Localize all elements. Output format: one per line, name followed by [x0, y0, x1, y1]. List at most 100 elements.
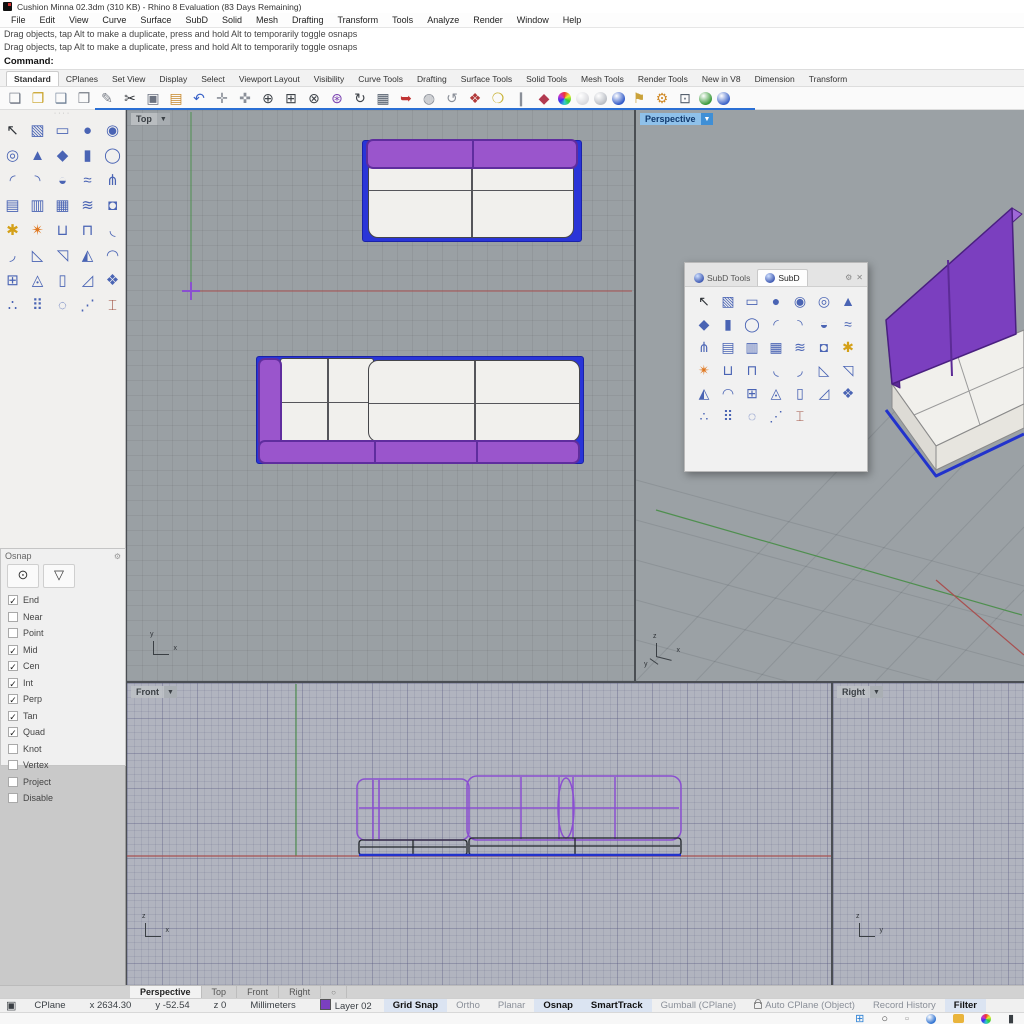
subd-cone-icon[interactable]: ▲: [836, 290, 860, 313]
subd-ellipsoid-icon[interactable]: ◎: [0, 143, 25, 168]
lock-object-icon[interactable]: ❙: [512, 89, 530, 107]
subd-blob-icon[interactable]: ◆: [692, 313, 716, 336]
checkbox[interactable]: [8, 612, 18, 622]
lightbulb-icon[interactable]: ❍: [489, 89, 507, 107]
layer-state-icon[interactable]: ◆: [535, 89, 553, 107]
subd-panel-icon[interactable]: ◹: [50, 243, 75, 268]
menu-item-help[interactable]: Help: [556, 15, 589, 25]
subd-slab-icon[interactable]: ▭: [50, 118, 75, 143]
gear-icon[interactable]: ⚙: [845, 273, 852, 282]
subd-table-icon[interactable]: ⊞: [740, 382, 764, 405]
menu-item-render[interactable]: Render: [466, 15, 510, 25]
sofa-top-right-cushion[interactable]: [368, 360, 580, 442]
chevron-down-icon[interactable]: ▼: [870, 686, 883, 698]
color-wheel-icon[interactable]: [558, 92, 571, 105]
subd-sphere-icon[interactable]: ●: [75, 118, 100, 143]
tab-subd[interactable]: SubD: [757, 269, 807, 286]
checkbox[interactable]: ✓: [8, 645, 18, 655]
subd-box-icon[interactable]: ▧: [25, 118, 50, 143]
checkbox[interactable]: ✓: [8, 711, 18, 721]
viewport-layout-icon[interactable]: ▦: [374, 89, 392, 107]
subd-curve1-icon[interactable]: ◜: [0, 168, 25, 193]
subd-layers-icon[interactable]: ▥: [25, 193, 50, 218]
subd-zigzag-icon[interactable]: ≈: [75, 168, 100, 193]
status-toggle-ortho[interactable]: Ortho: [447, 999, 489, 1013]
subd-floating-panel[interactable]: SubD Tools SubD ⚙ ✕ ↖▧▭●◉◎▲◆▮◯◜◝◒≈⋔▤▥▦≋◘…: [684, 262, 868, 472]
new-viewport-tab-button[interactable]: ○: [321, 986, 347, 998]
osnap-option-knot[interactable]: Knot: [1, 741, 125, 758]
checkbox[interactable]: [8, 777, 18, 787]
menu-item-view[interactable]: View: [62, 15, 95, 25]
subd-cluster-icon[interactable]: ∴: [692, 405, 716, 428]
subd-waves-icon[interactable]: ≋: [75, 193, 100, 218]
checkbox[interactable]: ✓: [8, 694, 18, 704]
subd-lamp-icon[interactable]: ◒: [50, 168, 75, 193]
subd-torus-icon[interactable]: ◯: [740, 313, 764, 336]
subd-multipatch-icon[interactable]: ✴: [25, 218, 50, 243]
help-icon[interactable]: [717, 92, 730, 105]
subd-curve1-icon[interactable]: ◜: [764, 313, 788, 336]
subd-slab-icon[interactable]: ▭: [740, 290, 764, 313]
zoom-window-icon[interactable]: ⊞: [282, 89, 300, 107]
subd-cushion-lid-icon[interactable]: ⊓: [75, 218, 100, 243]
viewport-front[interactable]: Front ▼ z: [127, 683, 831, 985]
open-file-icon[interactable]: ❐: [29, 89, 47, 107]
toolbar-tab-drafting[interactable]: Drafting: [410, 72, 454, 86]
osnap-option-point[interactable]: Point: [1, 625, 125, 642]
viewport-top-label[interactable]: Top ▼: [131, 113, 170, 125]
subd-curve2-icon[interactable]: ◝: [25, 168, 50, 193]
toolbar-tab-surface-tools[interactable]: Surface Tools: [454, 72, 519, 86]
cut-icon[interactable]: ✂: [121, 89, 139, 107]
osnap-option-cen[interactable]: ✓Cen: [1, 658, 125, 675]
subd-bag-icon[interactable]: ◘: [100, 193, 125, 218]
subd-slash-icon[interactable]: ◿: [812, 382, 836, 405]
cplane-selector[interactable]: CPlane: [22, 1000, 77, 1011]
toolbar-tab-dimension[interactable]: Dimension: [748, 72, 802, 86]
subd-zigzag-icon[interactable]: ≈: [836, 313, 860, 336]
undo-view-icon[interactable]: ➥: [397, 89, 415, 107]
viewport-front-label[interactable]: Front ▼: [131, 686, 177, 698]
menu-item-surface[interactable]: Surface: [133, 15, 178, 25]
subd-grid-box-icon[interactable]: ▦: [50, 193, 75, 218]
subd-panel-icon[interactable]: ◹: [836, 359, 860, 382]
ghosted-display-icon[interactable]: [594, 92, 607, 105]
units-selector[interactable]: Millimeters: [238, 1000, 307, 1011]
viewport-tab-front[interactable]: Front: [237, 986, 279, 998]
menu-item-subd[interactable]: SubD: [178, 15, 215, 25]
sofa-top-backrest[interactable]: [366, 139, 578, 169]
subd-pin-icon[interactable]: ⌶: [788, 405, 812, 428]
subd-cushion-lid-icon[interactable]: ⊓: [740, 359, 764, 382]
status-toggle-grid-snap[interactable]: Grid Snap: [384, 999, 447, 1013]
pinned-app-icon[interactable]: ▮: [1008, 1014, 1014, 1024]
subd-elbow-icon[interactable]: ◠: [716, 382, 740, 405]
print-icon[interactable]: ❒: [75, 89, 93, 107]
osnap-option-vertex[interactable]: Vertex: [1, 757, 125, 774]
subd-cushion-icon[interactable]: ⊔: [716, 359, 740, 382]
cplane-icon[interactable]: ▣: [0, 999, 22, 1012]
menu-item-mesh[interactable]: Mesh: [249, 15, 285, 25]
subd-sphere-uv-icon[interactable]: ◉: [788, 290, 812, 313]
status-toggle-osnap[interactable]: Osnap: [534, 999, 582, 1013]
status-toggle-smarttrack[interactable]: SmartTrack: [582, 999, 652, 1013]
viewport-perspective-title[interactable]: Perspective: [640, 113, 701, 125]
hide-object-icon[interactable]: ◍: [420, 89, 438, 107]
earth-anchor-icon[interactable]: [699, 92, 712, 105]
viewport-perspective-label[interactable]: Perspective ▼: [640, 113, 713, 125]
status-toggle-filter[interactable]: Filter: [945, 999, 986, 1013]
subd-star-box-icon[interactable]: ❖: [836, 382, 860, 405]
subd-pipe-bend-icon[interactable]: ◟: [100, 218, 125, 243]
menu-item-transform[interactable]: Transform: [331, 15, 386, 25]
subd-cone-icon[interactable]: ▲: [25, 143, 50, 168]
viewport-front-title[interactable]: Front: [131, 686, 164, 698]
subd-prism-icon[interactable]: ◭: [692, 382, 716, 405]
toolbar-tab-render-tools[interactable]: Render Tools: [631, 72, 695, 86]
viewport-top-title[interactable]: Top: [131, 113, 157, 125]
subd-chain-icon[interactable]: ✱: [836, 336, 860, 359]
toolbar-tab-solid-tools[interactable]: Solid Tools: [519, 72, 574, 86]
subd-cone-fill-icon[interactable]: ◬: [764, 382, 788, 405]
osnap-filter-button[interactable]: ▽: [43, 564, 75, 588]
subd-prism-icon[interactable]: ◭: [75, 243, 100, 268]
subd-layers-icon[interactable]: ▥: [740, 336, 764, 359]
subd-corner-icon[interactable]: ◺: [812, 359, 836, 382]
subd-stack-icon[interactable]: ▤: [716, 336, 740, 359]
